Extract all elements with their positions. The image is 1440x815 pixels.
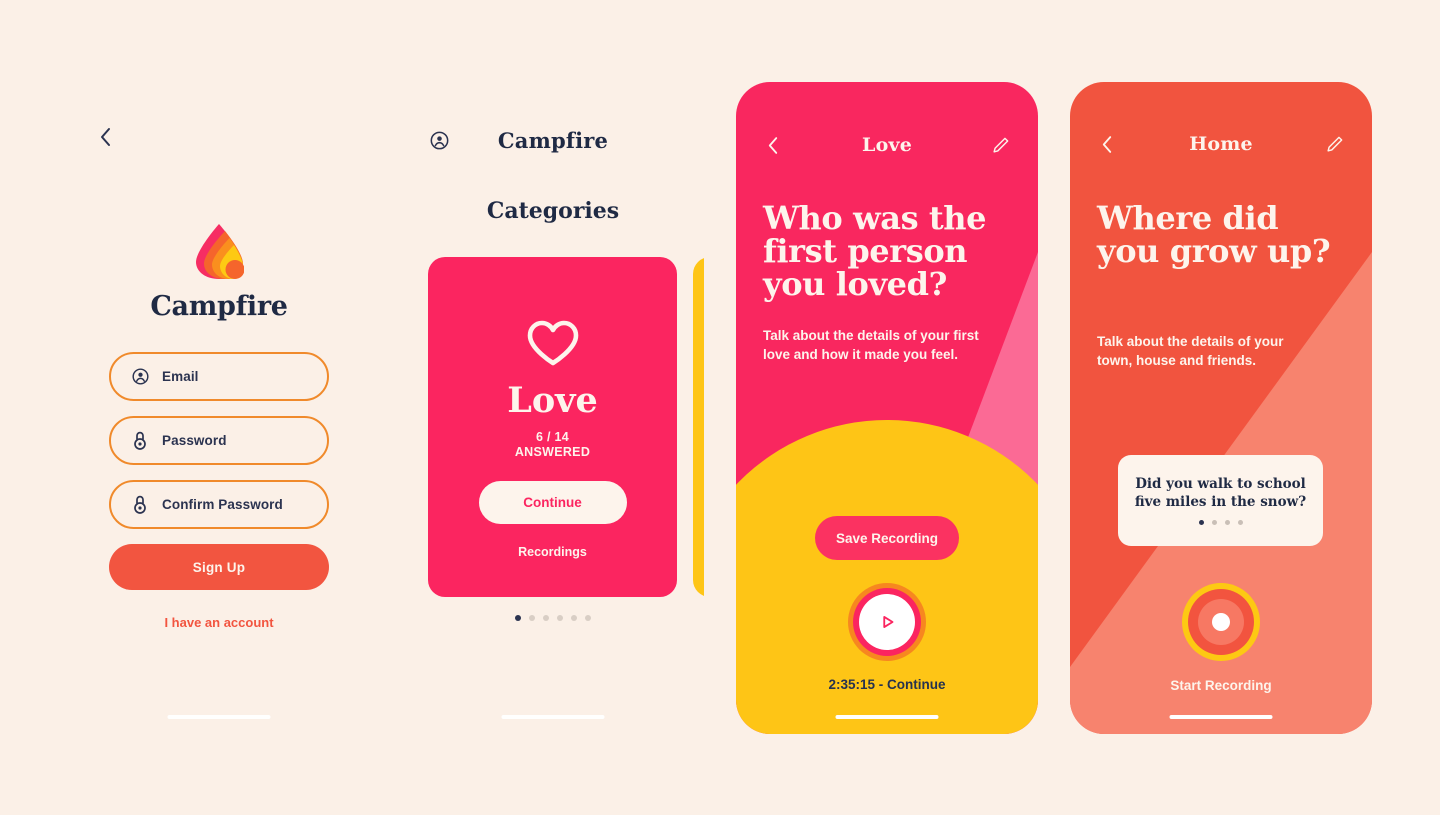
- category-card-love[interactable]: Love 6 / 14 ANSWERED Continue Recordings: [428, 257, 677, 597]
- phone-screen-categories: Campfire Categories Love 6 / 14 ANSWERED…: [402, 82, 704, 734]
- pagination-dot[interactable]: [585, 615, 591, 621]
- email-field-placeholder: Email: [162, 369, 199, 384]
- play-button-core: [859, 594, 915, 650]
- prompt-card-text: Did you walk to school five miles in the…: [1134, 476, 1307, 510]
- back-button[interactable]: [760, 132, 786, 158]
- start-recording-label: Start Recording: [1170, 678, 1272, 693]
- confirm-password-field-placeholder: Confirm Password: [162, 497, 283, 512]
- chevron-left-icon: [768, 136, 778, 154]
- email-field[interactable]: Email: [109, 352, 329, 401]
- categories-header: Campfire: [402, 117, 704, 163]
- category-card-next[interactable]: [693, 257, 704, 597]
- campfire-flame-icon: [196, 224, 244, 279]
- home-indicator: [501, 715, 605, 719]
- question-description: Talk about the details of your first lov…: [763, 328, 979, 363]
- record-button-ring: [1188, 589, 1254, 655]
- signup-form: Email Password Confirm Password Sign Up …: [109, 352, 329, 630]
- prompt-card[interactable]: Did you walk to school five miles in the…: [1118, 455, 1323, 546]
- category-progress-count: 6 / 14: [535, 430, 570, 444]
- home-indicator: [167, 715, 271, 719]
- recordings-link[interactable]: Recordings: [518, 545, 587, 559]
- categories-pagination[interactable]: [402, 615, 704, 621]
- play-button[interactable]: [848, 583, 926, 661]
- home-header: Home: [1070, 121, 1372, 167]
- screen-title: Home: [1189, 133, 1253, 155]
- phone-screen-love: Love Who was the first person you loved?…: [736, 82, 1038, 734]
- category-progress-label: ANSWERED: [514, 445, 591, 460]
- record-dot-icon: [1212, 613, 1230, 631]
- app-wordmark: Campfire: [150, 291, 288, 322]
- pagination-dot[interactable]: [529, 615, 535, 621]
- pagination-dot[interactable]: [571, 615, 577, 621]
- user-circle-icon: [131, 367, 149, 387]
- lock-icon: [131, 495, 149, 515]
- start-recording-button[interactable]: [1182, 583, 1260, 661]
- pagination-dot[interactable]: [1211, 519, 1217, 525]
- question-description: Talk about the details of your town, hou…: [1097, 334, 1284, 369]
- confirm-password-field[interactable]: Confirm Password: [109, 480, 329, 529]
- edit-button[interactable]: [988, 132, 1014, 158]
- chevron-left-icon: [100, 128, 110, 146]
- question-title: Who was the first person you loved?: [763, 199, 987, 303]
- password-field-placeholder: Password: [162, 433, 227, 448]
- continue-button[interactable]: Continue: [478, 480, 627, 524]
- play-button-ring: [853, 588, 921, 656]
- app-logo-block: Campfire: [68, 223, 370, 322]
- password-field[interactable]: Password: [109, 416, 329, 465]
- signup-button[interactable]: Sign Up: [109, 544, 329, 590]
- screenshot-canvas: Campfire Email Password Confirm Password…: [0, 0, 1440, 815]
- app-title: Campfire: [497, 127, 609, 153]
- categories-heading: Categories: [486, 198, 620, 224]
- pagination-dot[interactable]: [543, 615, 549, 621]
- pagination-dot[interactable]: [1198, 519, 1204, 525]
- home-indicator: [1169, 715, 1273, 719]
- home-indicator: [835, 715, 939, 719]
- category-progress: 6 / 14 ANSWERED: [515, 430, 590, 461]
- categories-carousel[interactable]: Love 6 / 14 ANSWERED Continue Recordings: [428, 257, 704, 597]
- recording-timestamp: 2:35:15 - Continue: [828, 677, 946, 692]
- question-title: Where did you grow up?: [1097, 199, 1331, 270]
- category-name: Love: [507, 380, 598, 421]
- pencil-icon: [1327, 136, 1343, 152]
- love-header: Love: [736, 122, 1038, 168]
- signup-header: [68, 114, 370, 160]
- edit-button[interactable]: [1322, 131, 1348, 157]
- pagination-dot[interactable]: [515, 615, 521, 621]
- have-account-link[interactable]: I have an account: [109, 615, 329, 630]
- save-recording-button[interactable]: Save Recording: [815, 516, 959, 560]
- play-icon: [883, 616, 894, 628]
- back-button[interactable]: [92, 124, 118, 150]
- chevron-left-icon: [1102, 135, 1112, 153]
- screen-title: Love: [862, 134, 912, 156]
- pagination-dot[interactable]: [557, 615, 563, 621]
- heart-icon: [527, 320, 579, 371]
- pencil-icon: [993, 137, 1009, 153]
- prompt-card-pagination[interactable]: [1198, 519, 1243, 525]
- phone-screen-signup: Campfire Email Password Confirm Password…: [68, 82, 370, 734]
- back-button[interactable]: [1094, 131, 1120, 157]
- lock-icon: [131, 431, 149, 451]
- record-button-inner-ring: [1198, 599, 1244, 645]
- phone-screen-home: Home Where did you grow up? Talk about t…: [1070, 82, 1372, 734]
- pagination-dot[interactable]: [1237, 519, 1243, 525]
- pagination-dot[interactable]: [1224, 519, 1230, 525]
